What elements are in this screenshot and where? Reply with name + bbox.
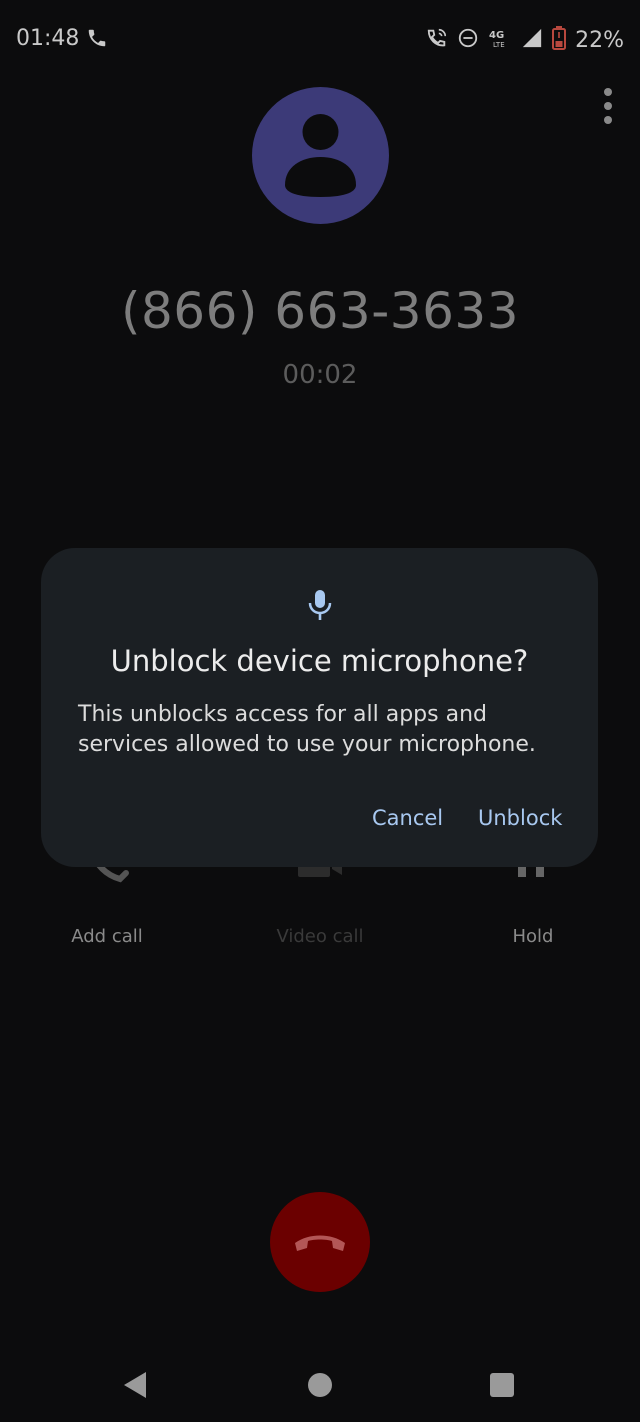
battery-percent: 22% xyxy=(575,27,624,53)
svg-text:LTE: LTE xyxy=(493,41,505,49)
dialog-title: Unblock device microphone? xyxy=(110,644,529,678)
signal-icon xyxy=(521,27,543,53)
hold-label[interactable]: Hold xyxy=(426,926,640,947)
person-icon xyxy=(285,114,356,197)
hang-up-icon xyxy=(295,1235,345,1251)
caller-number: (866) 663-3633 xyxy=(120,282,520,340)
status-icons: 4G LTE 22% xyxy=(426,26,624,54)
add-call-label[interactable]: Add call xyxy=(0,926,214,947)
cancel-button[interactable]: Cancel xyxy=(372,806,443,830)
more-options-icon[interactable] xyxy=(598,88,618,124)
battery-icon xyxy=(552,26,567,54)
status-time: 01:48 xyxy=(16,26,80,51)
contact-avatar xyxy=(252,87,389,224)
do-not-disturb-icon xyxy=(457,27,479,53)
dialog-message: This unblocks access for all apps and se… xyxy=(78,702,536,757)
unblock-mic-dialog: Unblock device microphone? This unblocks… xyxy=(41,548,598,867)
video-call-label[interactable]: Video call xyxy=(213,926,427,947)
end-call-button[interactable] xyxy=(270,1192,370,1292)
home-icon[interactable] xyxy=(308,1373,332,1397)
back-icon[interactable] xyxy=(122,1370,148,1404)
phone-icon xyxy=(86,27,108,53)
4g-lte-icon: 4G LTE xyxy=(488,26,512,54)
wifi-call-icon xyxy=(426,27,448,53)
svg-text:4G: 4G xyxy=(489,30,504,41)
call-timer: 00:02 xyxy=(282,360,358,390)
recents-icon[interactable] xyxy=(490,1373,514,1397)
microphone-icon xyxy=(307,588,333,626)
unblock-button[interactable]: Unblock xyxy=(478,806,562,830)
